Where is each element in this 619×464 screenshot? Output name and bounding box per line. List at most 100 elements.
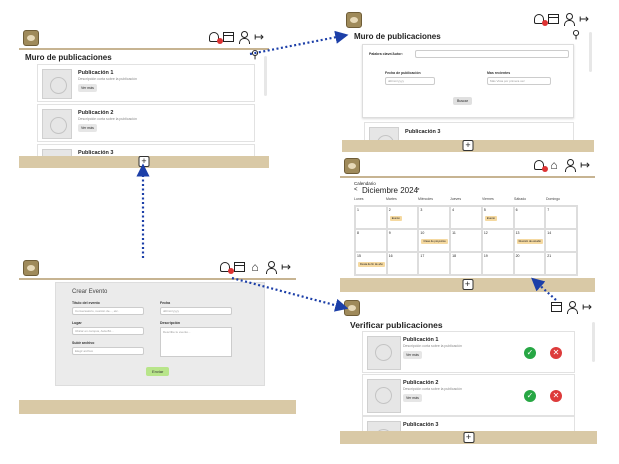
day-number: 2 xyxy=(388,208,391,212)
event-title-input[interactable]: Conversatorio, reunión de..., etc. xyxy=(72,307,144,315)
view-more-button[interactable]: Ver más xyxy=(403,351,422,359)
user-icon[interactable] xyxy=(265,261,277,274)
event-tag[interactable]: Evento xyxy=(484,216,497,221)
plus-icon[interactable]: + xyxy=(138,156,150,167)
event-date-input[interactable]: dd/mm/yyyy xyxy=(160,307,232,315)
logo[interactable] xyxy=(344,158,360,174)
bell-icon[interactable] xyxy=(534,160,548,172)
logout-icon[interactable]: ↦ xyxy=(579,159,591,171)
bell-icon[interactable] xyxy=(220,262,234,274)
calendar-icon[interactable] xyxy=(551,302,562,312)
reject-icon[interactable]: ✕ xyxy=(550,390,562,402)
day-cell[interactable]: 10 Clase de proyectos xyxy=(418,229,451,252)
day-cell[interactable]: 19 xyxy=(481,252,514,275)
day-cell[interactable]: 17 xyxy=(418,252,451,275)
view-more-button[interactable]: Ver más xyxy=(78,124,97,132)
day-cell[interactable]: 1 xyxy=(355,206,387,229)
search-button[interactable]: Buscar xyxy=(453,97,472,105)
search-icon[interactable]: ⚲ xyxy=(572,28,580,41)
day-number: 1 xyxy=(357,208,359,212)
bell-icon[interactable] xyxy=(209,32,223,44)
event-place-input[interactable]: Ubicar en campus, Aula 8A... xyxy=(72,327,144,335)
search-icon[interactable]: ⚲ xyxy=(251,48,259,61)
day-cell[interactable]: 16 xyxy=(386,252,419,275)
day-number: 6 xyxy=(515,208,518,212)
plus-icon[interactable]: + xyxy=(463,432,474,443)
post-title: Publicación 1 xyxy=(403,337,439,343)
plus-icon[interactable]: + xyxy=(462,279,473,290)
home-icon[interactable]: ⌂ xyxy=(548,159,560,171)
day-cell[interactable]: 9 xyxy=(386,229,419,252)
day-cell[interactable]: 5 Evento xyxy=(481,206,514,229)
approve-icon[interactable]: ✓ xyxy=(524,347,536,359)
view-more-button[interactable]: Ver más xyxy=(78,84,97,92)
search-filter-card: Palabra clave/Autor: Fecha de publicació… xyxy=(362,44,574,118)
view-more-button[interactable]: Ver más xyxy=(403,394,422,402)
day-cell[interactable]: 11 xyxy=(450,229,482,252)
verify-panel: ↦ Verificar publicaciones Publicación 1 … xyxy=(340,298,597,444)
day-cell[interactable]: 15 Fiesta de fin de año xyxy=(355,252,387,275)
send-button[interactable]: Enviar xyxy=(146,367,170,376)
day-cell[interactable]: 20 xyxy=(513,252,546,275)
file-input[interactable]: Elegir archivo xyxy=(72,347,144,355)
home-icon[interactable]: ⌂ xyxy=(249,261,261,273)
bell-icon[interactable] xyxy=(534,14,548,26)
day-cell[interactable]: 14 xyxy=(545,229,577,252)
scrollbar[interactable] xyxy=(592,322,595,362)
reject-icon[interactable]: ✕ xyxy=(550,347,562,359)
month-title: Diciembre 2024 xyxy=(362,186,419,195)
keyword-input[interactable] xyxy=(415,50,569,58)
day-grid: 1 2 Evento 3 4 5 Evento 6 7 8 9 10 Clase de… xyxy=(354,205,578,276)
scrollbar[interactable] xyxy=(589,32,592,72)
post-card: Publicación 1 Descripción corta sobre la… xyxy=(37,64,255,102)
event-tag[interactable]: Evento xyxy=(389,216,402,221)
user-icon[interactable] xyxy=(566,301,578,314)
day-cell[interactable]: 8 xyxy=(355,229,387,252)
top-icons: ⌂ ↦ xyxy=(534,159,591,172)
user-icon[interactable] xyxy=(238,31,250,44)
event-tag[interactable]: Fiesta de fin de año xyxy=(358,262,385,267)
calendar-month-grid: Lunes Martes Miércoles Jueves Viernes Sá… xyxy=(354,197,578,276)
date-input[interactable]: dd/mm/yyyy xyxy=(385,77,435,85)
page-title: Muro de publicaciones xyxy=(25,53,112,62)
user-icon[interactable] xyxy=(564,159,576,172)
calendar-icon[interactable] xyxy=(548,14,559,24)
day-cell[interactable]: 7 xyxy=(545,206,577,229)
day-number: 18 xyxy=(452,254,457,258)
day-cell[interactable]: 13 Reunión de estudio xyxy=(513,229,546,252)
calendar-panel: ⌂ ↦ Calendario < Diciembre 2024 > Lunes … xyxy=(340,156,595,292)
day-cell[interactable]: 6 xyxy=(513,206,546,229)
day-cell[interactable]: 4 xyxy=(450,206,482,229)
weekday-label: Jueves xyxy=(450,197,462,201)
image-placeholder-icon xyxy=(42,69,72,99)
image-placeholder-icon xyxy=(367,336,401,370)
logo[interactable] xyxy=(23,30,39,46)
logo[interactable] xyxy=(344,300,360,316)
approve-icon[interactable]: ✓ xyxy=(524,390,536,402)
calendar-icon[interactable] xyxy=(234,262,245,272)
prev-month-button[interactable]: < xyxy=(354,187,358,193)
event-tag[interactable]: Reunión de estudio xyxy=(516,239,543,244)
logout-icon[interactable]: ↦ xyxy=(253,31,265,43)
event-tag[interactable]: Clase de proyectos xyxy=(421,239,448,244)
logout-icon[interactable]: ↦ xyxy=(280,261,292,273)
user-icon[interactable] xyxy=(563,13,575,26)
top-icons: ↦ xyxy=(551,301,593,314)
event-desc-textarea[interactable]: Describe tu evento... xyxy=(160,327,232,357)
logo[interactable] xyxy=(346,12,362,28)
day-cell[interactable]: 21 xyxy=(545,252,577,275)
day-cell[interactable]: 2 Evento xyxy=(386,206,419,229)
logout-icon[interactable]: ↦ xyxy=(578,13,590,25)
logo[interactable] xyxy=(23,260,39,276)
day-cell[interactable]: 3 xyxy=(418,206,451,229)
calendar-icon[interactable] xyxy=(223,32,234,42)
sort-select[interactable]: Más Vista por primera vez xyxy=(487,77,551,85)
plus-icon[interactable]: + xyxy=(462,140,474,151)
next-month-button[interactable]: > xyxy=(416,187,420,193)
file-label: Subir archivo xyxy=(72,341,95,345)
top-bar: ⌂ ↦ xyxy=(19,258,296,280)
scrollbar[interactable] xyxy=(264,56,267,96)
day-cell[interactable]: 18 xyxy=(450,252,482,275)
logout-icon[interactable]: ↦ xyxy=(581,301,593,313)
day-cell[interactable]: 12 xyxy=(481,229,514,252)
